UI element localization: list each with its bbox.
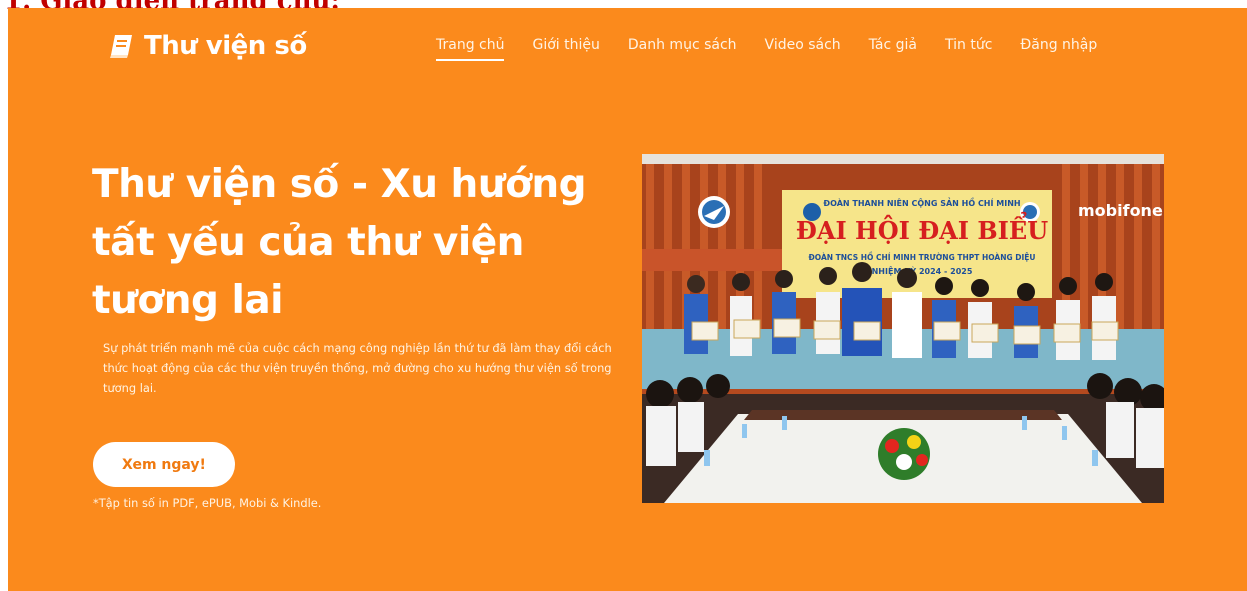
hero-description: Sự phát triển mạnh mẽ của cuộc cách mạng…: [103, 341, 612, 395]
nav-item-danh-muc-sach[interactable]: Danh mục sách: [628, 37, 737, 61]
sponsor-logo-text: mobifone: [1078, 201, 1163, 220]
banner-subtitle-text: ĐOÀN TNCS HỒ CHÍ MINH TRƯỜNG THPT HOÀNG …: [809, 252, 1036, 262]
hero-title-line-3: tương lai: [92, 278, 284, 323]
nav-item-tac-gia[interactable]: Tác giả: [869, 37, 917, 61]
book-icon: [110, 35, 132, 58]
nav-item-gioi-thieu[interactable]: Giới thiệu: [532, 37, 599, 61]
view-now-button[interactable]: Xem ngay!: [93, 442, 235, 487]
file-formats-note: *Tập tin số in PDF, ePUB, Mobi & Kindle.: [93, 496, 322, 510]
hero-section: Thư viện số Trang chủ Giới thiệu Danh mụ…: [8, 8, 1247, 591]
nav-item-tin-tuc[interactable]: Tin tức: [945, 37, 992, 61]
hero-photo: ĐOÀN THANH NIÊN CỘNG SẢN HỒ CHÍ MINH ĐẠI…: [642, 154, 1164, 503]
site-name: Thư viện số: [144, 31, 307, 61]
main-nav: Trang chủ Giới thiệu Danh mục sách Video…: [436, 37, 1125, 61]
hero-title: Thư viện số - Xu hướng tất yếu của thư v…: [92, 156, 632, 330]
nav-item-video-sach[interactable]: Video sách: [765, 37, 841, 61]
nav-item-dang-nhap[interactable]: Đăng nhập: [1020, 37, 1097, 61]
hero-title-line-1: Thư viện số - Xu hướng: [92, 162, 587, 207]
banner-title-text: ĐẠI HỘI ĐẠI BIỂU: [796, 212, 1048, 245]
nav-item-trang-chu[interactable]: Trang chủ: [436, 37, 505, 61]
site-logo[interactable]: Thư viện số: [106, 31, 307, 61]
banner-term-text: NHIỆM KỲ 2024 - 2025: [872, 265, 973, 276]
hero-title-line-2: tất yếu của thư viện: [92, 220, 524, 265]
